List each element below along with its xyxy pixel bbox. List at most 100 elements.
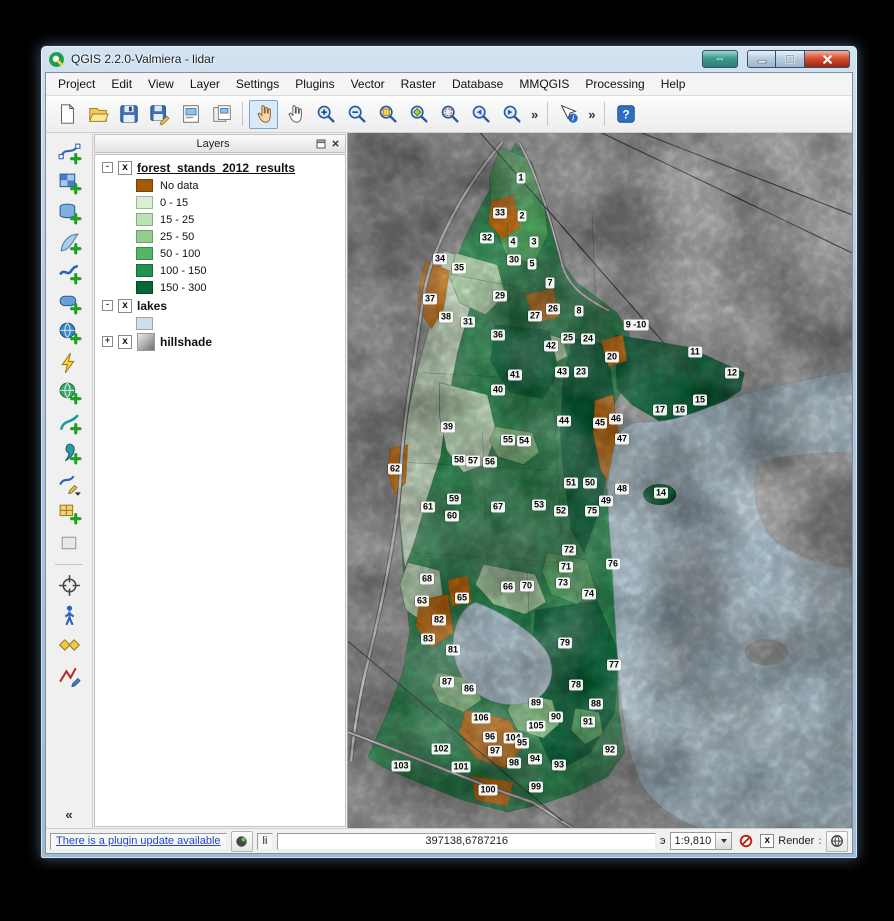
toolbar-collapse-chevrons[interactable]: « bbox=[65, 807, 72, 822]
help-button[interactable]: ? bbox=[611, 100, 640, 129]
new-spatialite-layer-button[interactable] bbox=[57, 501, 82, 526]
crs-status-button[interactable] bbox=[826, 831, 848, 852]
map-canvas[interactable]: 1233324334353057293727268383136252442234… bbox=[348, 133, 852, 828]
stand-label-65: 65 bbox=[455, 593, 469, 604]
layer-row-lakes[interactable]: -xlakes bbox=[95, 296, 345, 315]
tree-expander-icon[interactable]: - bbox=[102, 162, 113, 173]
add-wfs-layer-button[interactable] bbox=[57, 411, 82, 436]
add-delimited-text-button[interactable] bbox=[57, 441, 82, 466]
tree-expander-icon[interactable]: - bbox=[102, 300, 113, 311]
coordinate-display[interactable]: 397138,6787216 bbox=[277, 833, 656, 850]
panel-detach-icon[interactable] bbox=[314, 137, 328, 150]
legend-item[interactable]: 25 - 50 bbox=[95, 228, 345, 245]
crosshair-plugin-button[interactable] bbox=[57, 573, 82, 598]
gps-tools-button[interactable] bbox=[57, 603, 82, 628]
stand-label-14: 14 bbox=[654, 488, 668, 499]
add-mssql-layer-button[interactable] bbox=[57, 261, 82, 286]
zoom-in-button[interactable] bbox=[311, 100, 340, 129]
menu-view[interactable]: View bbox=[140, 74, 182, 94]
layers-panel-header[interactable]: Layers bbox=[94, 134, 346, 153]
legend-label: 50 - 100 bbox=[160, 248, 200, 260]
layer-row-forest_stands_2012_results[interactable]: -xforest_stands_2012_results bbox=[95, 158, 345, 177]
panel-close-icon[interactable] bbox=[328, 137, 342, 150]
menu-processing[interactable]: Processing bbox=[577, 74, 652, 94]
remove-layer-button[interactable] bbox=[57, 531, 82, 556]
menu-help[interactable]: Help bbox=[653, 74, 694, 94]
menu-project[interactable]: Project bbox=[50, 74, 103, 94]
zoom-next-button[interactable] bbox=[497, 100, 526, 129]
stop-render-icon[interactable] bbox=[736, 832, 756, 851]
menu-database[interactable]: Database bbox=[444, 74, 511, 94]
layer-visibility-checkbox[interactable]: x bbox=[118, 161, 132, 175]
menu-plugins[interactable]: Plugins bbox=[287, 74, 342, 94]
render-checkbox[interactable]: x bbox=[760, 834, 774, 848]
scale-combo[interactable]: 1:9,810 bbox=[670, 832, 733, 850]
legend-item[interactable] bbox=[95, 315, 345, 332]
profile-plugin-button[interactable] bbox=[57, 663, 82, 688]
add-postgis-layer-button[interactable] bbox=[57, 201, 82, 226]
minimize-button[interactable] bbox=[747, 50, 776, 68]
stand-label-2: 2 bbox=[517, 211, 526, 222]
layers-panel-title: Layers bbox=[112, 138, 314, 150]
stand-label-66: 66 bbox=[501, 582, 515, 593]
add-vector-layer-button[interactable] bbox=[57, 141, 82, 166]
plugin-update-link[interactable]: There is a plugin update available bbox=[56, 835, 221, 847]
legend-swatch bbox=[136, 264, 153, 277]
menu-vector[interactable]: Vector bbox=[343, 74, 393, 94]
toolbar-overflow-button[interactable]: » bbox=[528, 107, 541, 122]
layer-visibility-checkbox[interactable]: x bbox=[118, 335, 132, 349]
legend-item[interactable]: 0 - 15 bbox=[95, 194, 345, 211]
zoom-out-button[interactable] bbox=[342, 100, 371, 129]
identify-button[interactable]: i bbox=[554, 100, 583, 129]
legend-item[interactable]: 100 - 150 bbox=[95, 262, 345, 279]
open-project-button[interactable] bbox=[83, 100, 112, 129]
composer-manager-button[interactable] bbox=[207, 100, 236, 129]
title-bar[interactable]: QGIS 2.2.0-Valmiera - lidar ⇔ bbox=[41, 46, 857, 72]
new-shapefile-layer-button[interactable] bbox=[57, 471, 82, 496]
plugin-status-icon[interactable] bbox=[231, 831, 253, 852]
layer-visibility-checkbox[interactable]: x bbox=[118, 299, 132, 313]
scale-dropdown-icon[interactable] bbox=[715, 833, 731, 849]
tree-expander-icon[interactable]: + bbox=[102, 336, 113, 347]
add-wms-layer-button[interactable] bbox=[57, 321, 82, 346]
legend-item[interactable]: 150 - 300 bbox=[95, 279, 345, 296]
stand-label-15: 15 bbox=[693, 395, 707, 406]
close-button[interactable] bbox=[805, 50, 850, 68]
toolbar-overflow-button-2[interactable]: » bbox=[585, 107, 598, 122]
zoom-full-button[interactable] bbox=[373, 100, 402, 129]
menu-mmqgis[interactable]: MMQGIS bbox=[511, 74, 577, 94]
legend-item[interactable]: 50 - 100 bbox=[95, 245, 345, 262]
layer-row-hillshade[interactable]: +xhillshade bbox=[95, 332, 345, 351]
legend-item[interactable]: No data bbox=[95, 177, 345, 194]
maximize-button[interactable] bbox=[776, 50, 805, 68]
menu-layer[interactable]: Layer bbox=[182, 74, 228, 94]
plugin-update-panel: There is a plugin update available bbox=[50, 833, 227, 850]
window-arrows-button[interactable]: ⇔ bbox=[702, 50, 738, 68]
zoom-last-button[interactable] bbox=[466, 100, 495, 129]
svg-text:?: ? bbox=[622, 108, 629, 122]
menu-settings[interactable]: Settings bbox=[228, 74, 287, 94]
stand-label-58: 58 bbox=[452, 455, 466, 466]
save-project-button[interactable] bbox=[114, 100, 143, 129]
pan-map-button[interactable] bbox=[280, 100, 309, 129]
add-oracle-layer-button[interactable] bbox=[57, 291, 82, 316]
legend-label: 100 - 150 bbox=[160, 265, 206, 277]
legend-item[interactable]: 15 - 25 bbox=[95, 211, 345, 228]
add-spatialite-layer-button[interactable] bbox=[57, 231, 82, 256]
stand-label-75: 75 bbox=[585, 506, 599, 517]
new-composer-button[interactable] bbox=[176, 100, 205, 129]
zoom-to-selection-button[interactable] bbox=[435, 100, 464, 129]
stand-label-96: 96 bbox=[483, 732, 497, 743]
add-wcs-layer-button[interactable] bbox=[57, 381, 82, 406]
save-project-as-button[interactable] bbox=[145, 100, 174, 129]
waypoints-plugin-button[interactable] bbox=[57, 633, 82, 658]
zoom-to-layer-button[interactable] bbox=[404, 100, 433, 129]
render-toggle[interactable]: x Render bbox=[760, 834, 814, 848]
menu-raster[interactable]: Raster bbox=[393, 74, 444, 94]
new-project-button[interactable] bbox=[52, 100, 81, 129]
stand-label-102: 102 bbox=[431, 744, 450, 755]
add-raster-layer-button[interactable] bbox=[57, 171, 82, 196]
touch-zoom-pan-button[interactable] bbox=[249, 100, 278, 129]
menu-edit[interactable]: Edit bbox=[103, 74, 140, 94]
add-sqlanywhere-layer-button[interactable] bbox=[57, 351, 82, 376]
